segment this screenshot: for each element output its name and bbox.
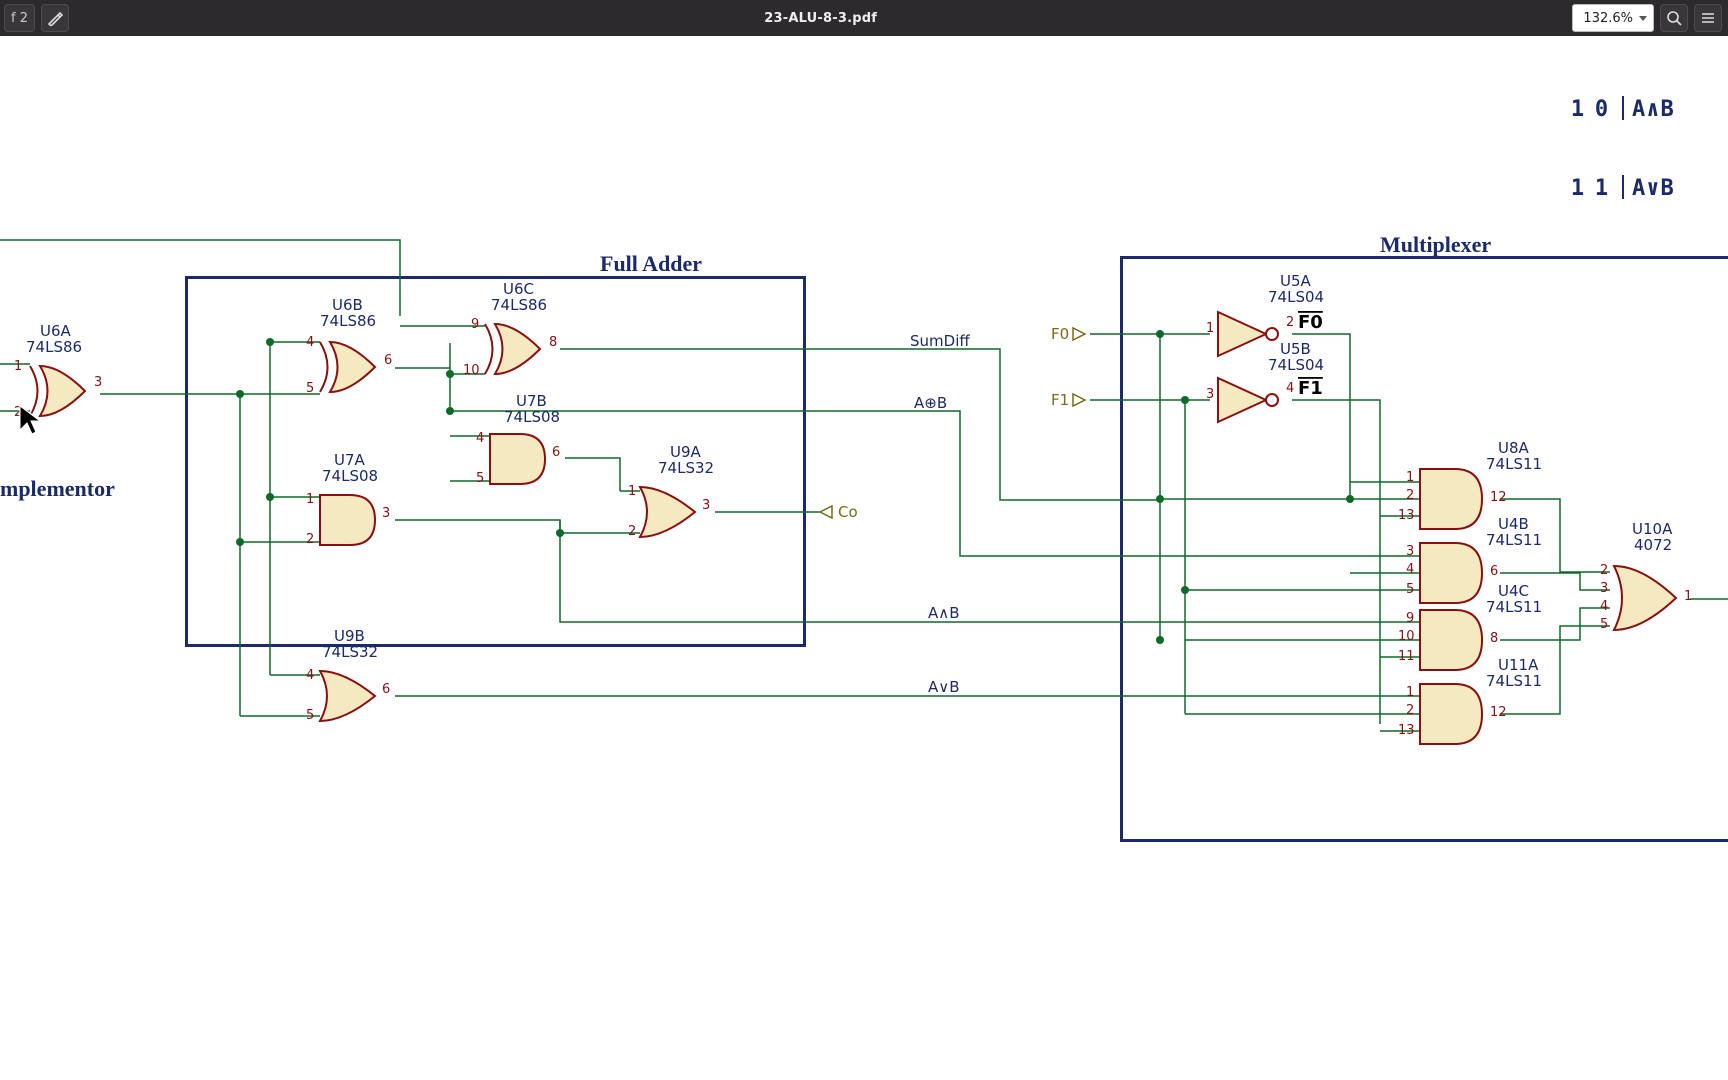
hamburger-icon	[1700, 10, 1716, 26]
pencil-icon	[47, 10, 63, 26]
u5b-part: 74LS04	[1268, 356, 1324, 374]
gate-u6b: U6B 74LS86 4 5 6	[306, 296, 392, 396]
pdf-toolbar: f 2 23-ALU-8-3.pdf 132.6%	[0, 0, 1728, 37]
u9a-pin1: 1	[628, 484, 636, 499]
u8a-pin1: 1	[1406, 470, 1414, 485]
co-label: Co	[838, 503, 858, 521]
u9b-part: 74LS32	[322, 643, 378, 661]
u4b-pin3: 3	[1406, 544, 1414, 559]
u5a-part: 74LS04	[1268, 288, 1324, 306]
u9a-part: 74LS32	[658, 459, 714, 477]
port-f1: F1	[1051, 391, 1085, 409]
u10a-pin3: 3	[1600, 581, 1608, 596]
u7b-pin4: 4	[476, 431, 484, 446]
u7b-pin6: 6	[552, 445, 560, 460]
u11a-pin12: 12	[1490, 705, 1507, 720]
u11a-pin1: 1	[1406, 685, 1414, 700]
u9b-pin6: 6	[382, 682, 390, 697]
f1-label: F1	[1051, 391, 1069, 409]
u9a-pin3: 3	[702, 498, 710, 513]
u8a-pin12: 12	[1490, 490, 1507, 505]
u10a-pin2: 2	[1600, 563, 1608, 578]
annotate-button[interactable]	[41, 4, 69, 32]
u6a-part: 74LS86	[26, 338, 82, 356]
u10a-pin4: 4	[1600, 599, 1608, 614]
u5b-pin4: 4	[1286, 381, 1294, 396]
u5a-pin2: 2	[1286, 315, 1294, 330]
u4b-pin4: 4	[1406, 562, 1414, 577]
search-button[interactable]	[1660, 4, 1688, 32]
gate-u6c: U6C 74LS86 9 10 8	[463, 280, 557, 378]
search-icon	[1666, 10, 1682, 26]
u7a-part: 74LS08	[322, 467, 378, 485]
u7b-pin5: 5	[476, 471, 484, 486]
u4b-pin5: 5	[1406, 582, 1414, 597]
net-aorb: A∨B	[928, 678, 960, 696]
gate-u10a: U10A 4072 2 3 4 5 1	[1600, 520, 1692, 632]
junctions	[236, 330, 1354, 644]
u5b-pin3: 3	[1206, 387, 1214, 402]
gate-u7b: U7B 74LS08 4 5 6	[476, 392, 560, 486]
u10a-part: 4072	[1634, 536, 1672, 554]
u6a-pin1: 1	[14, 359, 22, 374]
cursor-icon	[18, 404, 42, 436]
u9b-pin5: 5	[306, 708, 314, 723]
u4b-part: 74LS11	[1486, 531, 1542, 549]
u6c-pin10: 10	[463, 363, 480, 378]
zoom-dropdown[interactable]: 132.6%	[1572, 4, 1654, 32]
document-title: 23-ALU-8-3.pdf	[764, 11, 877, 26]
f0-label: F0	[1051, 325, 1069, 343]
u7b-part: 74LS08	[504, 408, 560, 426]
u4c-pin9: 9	[1406, 611, 1414, 626]
u6b-part: 74LS86	[320, 312, 376, 330]
port-f0: F0	[1051, 325, 1085, 343]
page-indicator-label: f 2	[11, 11, 28, 26]
schematic-canvas: U6A 74LS86 1 2 3 U6B 74LS86 4 5 6 U6C 74…	[0, 36, 1728, 1080]
net-axorb: A⊕B	[914, 394, 947, 412]
u4c-pin10: 10	[1398, 629, 1415, 644]
u7a-pin2: 2	[306, 532, 314, 547]
f0bar: F0	[1298, 312, 1323, 333]
zoom-value: 132.6%	[1583, 11, 1633, 26]
u4c-pin8: 8	[1490, 631, 1498, 646]
u7a-pin1: 1	[306, 492, 314, 507]
u8a-pin13: 13	[1398, 508, 1415, 523]
f1bar: F1	[1298, 378, 1323, 399]
gate-u7a: U7A 74LS08 1 2 3	[306, 451, 390, 547]
gate-u9a: U9A 74LS32 1 2 3	[628, 443, 714, 539]
page-indicator[interactable]: f 2	[4, 4, 35, 32]
u6b-pin5: 5	[306, 381, 314, 396]
u6b-pin6: 6	[384, 353, 392, 368]
u11a-pin2: 2	[1406, 703, 1414, 718]
u5a-pin1: 1	[1206, 321, 1214, 336]
u9a-pin2: 2	[628, 524, 636, 539]
u6c-pin8: 8	[549, 335, 557, 350]
chevron-down-icon	[1639, 16, 1647, 21]
u6b-pin4: 4	[306, 335, 314, 350]
pdf-page[interactable]: 10A∧B 11A∨B mplementor Full Adder Multip…	[0, 36, 1728, 1080]
u6c-pin9: 9	[471, 317, 479, 332]
u4c-part: 74LS11	[1486, 598, 1542, 616]
u10a-pin1: 1	[1684, 589, 1692, 604]
net-aandb: A∧B	[928, 604, 960, 622]
u4b-pin6: 6	[1490, 564, 1498, 579]
u8a-part: 74LS11	[1486, 455, 1542, 473]
u11a-part: 74LS11	[1486, 672, 1542, 690]
u4c-pin11: 11	[1398, 649, 1415, 664]
u6c-part: 74LS86	[491, 296, 547, 314]
port-co: Co	[820, 503, 858, 521]
u9b-pin4: 4	[306, 668, 314, 683]
menu-button[interactable]	[1694, 4, 1722, 32]
u6a-pin3: 3	[94, 375, 102, 390]
u8a-pin2: 2	[1406, 488, 1414, 503]
u11a-pin13: 13	[1398, 723, 1415, 738]
net-sumdiff: SumDiff	[910, 332, 970, 350]
u7a-pin3: 3	[382, 506, 390, 521]
u10a-pin5: 5	[1600, 617, 1608, 632]
